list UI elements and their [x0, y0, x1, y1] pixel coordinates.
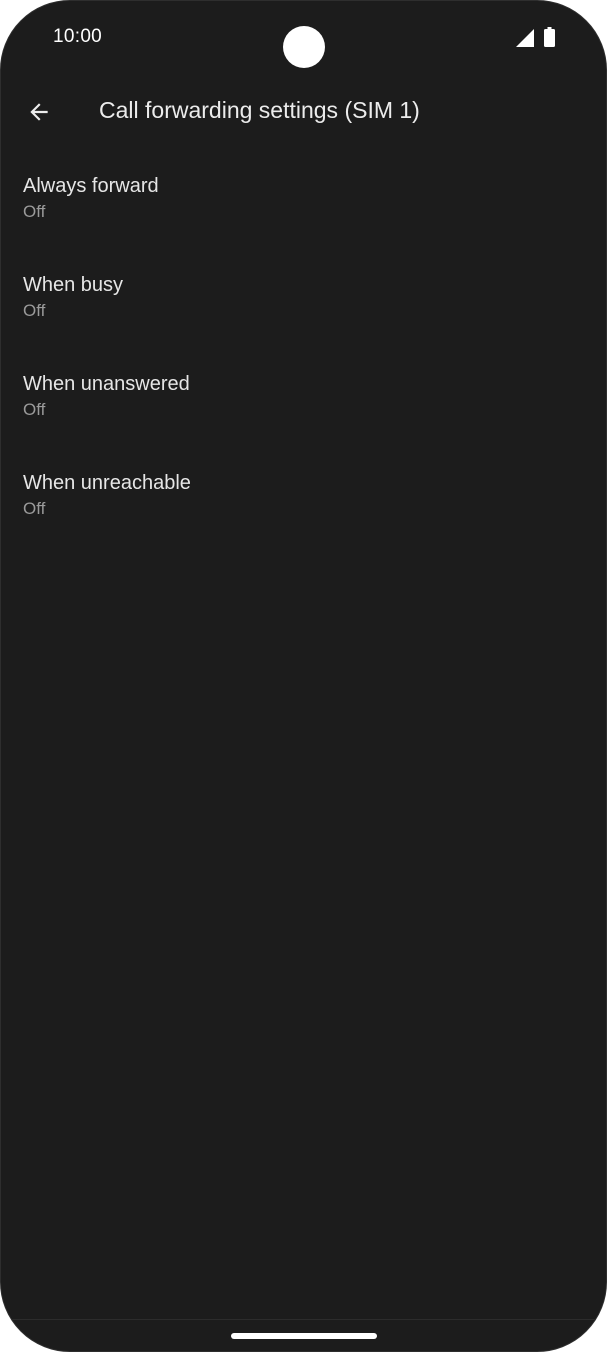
setting-always-forward[interactable]: Always forward Off: [1, 147, 606, 246]
phone-screen: 10:00 Call forwarding settings (SIM 1) A…: [0, 0, 607, 1352]
battery-icon: [544, 27, 555, 47]
signal-icon: [516, 29, 534, 47]
status-time: 10:00: [53, 26, 103, 47]
back-button[interactable]: [15, 88, 63, 136]
settings-list: Always forward Off When busy Off When un…: [1, 147, 606, 543]
page-title: Call forwarding settings (SIM 1): [99, 97, 420, 123]
setting-title: When unanswered: [23, 373, 190, 395]
setting-summary: Off: [23, 301, 46, 320]
back-arrow-icon: [30, 103, 48, 121]
setting-when-unreachable[interactable]: When unreachable Off: [1, 444, 606, 543]
setting-title: Always forward: [23, 175, 159, 197]
setting-title: When unreachable: [23, 472, 191, 494]
setting-summary: Off: [23, 400, 46, 419]
setting-summary: Off: [23, 499, 46, 518]
setting-when-busy[interactable]: When busy Off: [1, 246, 606, 345]
app-bar: Call forwarding settings (SIM 1): [1, 81, 606, 143]
setting-title: When busy: [23, 274, 124, 296]
status-bar: 10:00: [1, 1, 606, 73]
setting-when-unanswered[interactable]: When unanswered Off: [1, 345, 606, 444]
nav-divider: [1, 1319, 606, 1320]
setting-summary: Off: [23, 202, 46, 221]
home-indicator[interactable]: [231, 1333, 377, 1339]
camera-cutout: [283, 26, 325, 68]
